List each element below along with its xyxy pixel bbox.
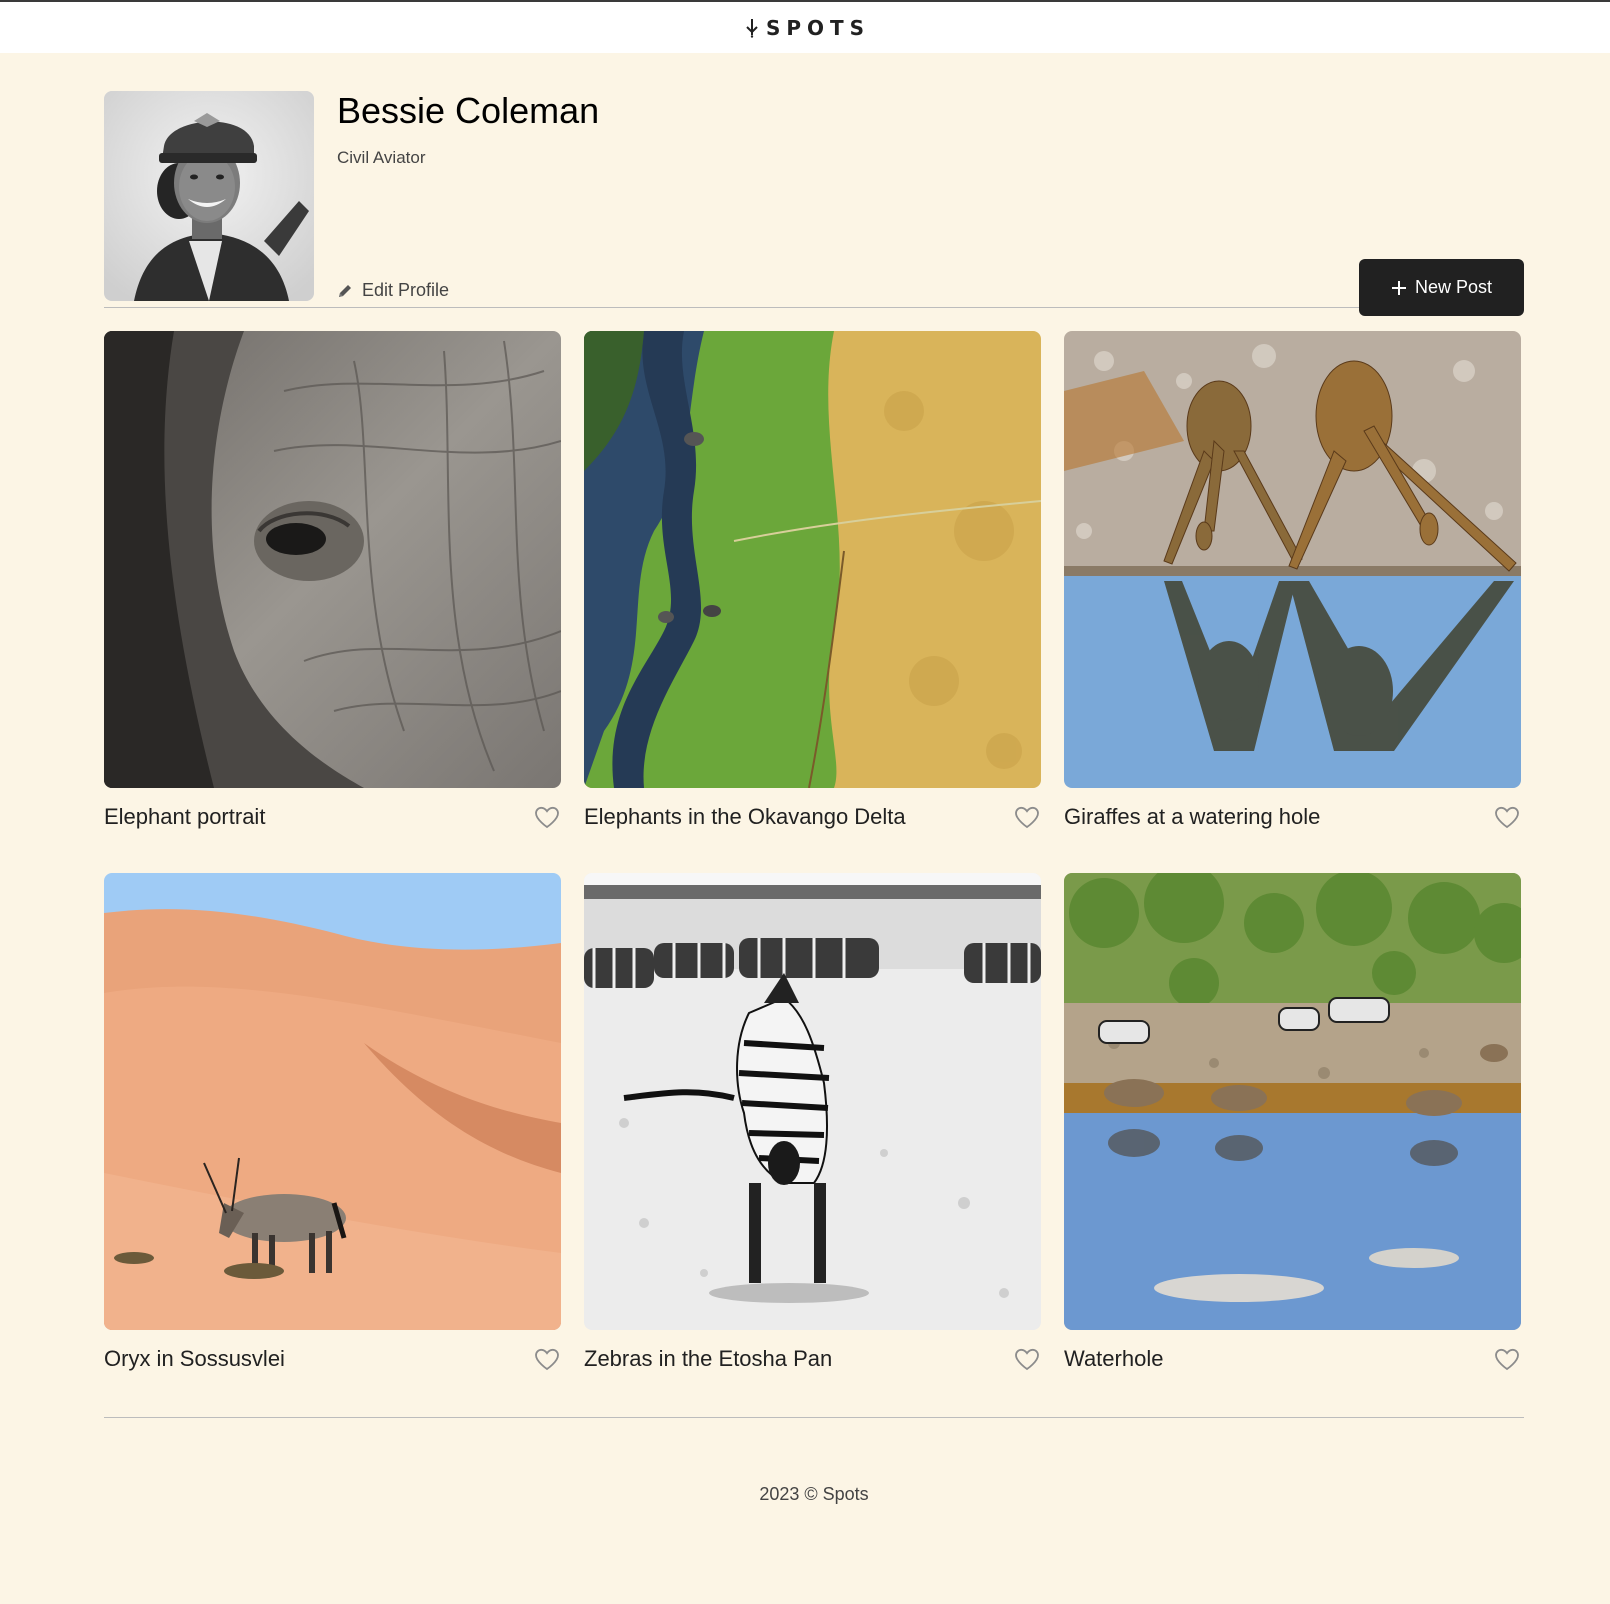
plus-icon [1391, 280, 1406, 295]
card-footer: Elephants in the Okavango Delta [584, 802, 1041, 832]
heart-icon [535, 1348, 559, 1370]
like-button[interactable] [1013, 804, 1041, 830]
new-post-button[interactable]: New Post [1359, 259, 1524, 316]
heart-icon [535, 806, 559, 828]
avatar [104, 91, 314, 301]
heart-icon [1015, 1348, 1039, 1370]
logo-text: SPOTS [765, 15, 871, 40]
card-image[interactable] [1064, 873, 1521, 1330]
like-button[interactable] [533, 804, 561, 830]
footer-divider [104, 1417, 1524, 1418]
profile-name: Bessie Coleman [337, 90, 600, 131]
pencil-icon [339, 284, 351, 297]
cards-grid: Elephant portrait Elephants in the Okava… [104, 331, 1524, 1374]
card: Zebras in the Etosha Pan [584, 873, 1041, 1374]
site-footer: 2023 © Spots [104, 1484, 1524, 1505]
heart-icon [1495, 1348, 1519, 1370]
profile-divider [104, 307, 1524, 308]
card-footer: Zebras in the Etosha Pan [584, 1344, 1041, 1374]
new-post-label: New Post [1414, 277, 1493, 297]
like-button[interactable] [1493, 1346, 1521, 1372]
logo[interactable]: SPOTS [746, 16, 870, 40]
card-image[interactable] [584, 331, 1041, 788]
card: Elephant portrait [104, 331, 561, 832]
card: Waterhole [1064, 873, 1521, 1374]
edit-profile-label: Edit Profile [362, 280, 450, 300]
card-footer: Elephant portrait [104, 802, 561, 832]
profile-section: Bessie Coleman Civil Aviator Edit Profil… [104, 53, 1524, 316]
like-button[interactable] [533, 1346, 561, 1372]
card: Elephants in the Okavango Delta [584, 331, 1041, 832]
edit-profile-button[interactable]: Edit Profile [337, 280, 449, 301]
card-footer: Giraffes at a watering hole [1064, 802, 1521, 832]
card-image[interactable] [584, 873, 1041, 1330]
heart-icon [1015, 806, 1039, 828]
card-title: Elephant portrait [104, 804, 266, 829]
card: Oryx in Sossusvlei [104, 873, 561, 1374]
profile-info: Bessie Coleman Civil Aviator Edit Profil… [337, 91, 1524, 301]
heart-icon [1495, 806, 1519, 828]
card-title: Zebras in the Etosha Pan [584, 1346, 833, 1371]
card-title: Elephants in the Okavango Delta [584, 804, 906, 829]
card: Giraffes at a watering hole [1064, 331, 1521, 832]
card-title: Oryx in Sossusvlei [104, 1346, 285, 1371]
card-footer: Oryx in Sossusvlei [104, 1344, 561, 1374]
card-image[interactable] [104, 331, 561, 788]
copyright-text: 2023 © Spots [759, 1484, 869, 1504]
card-title: Giraffes at a watering hole [1064, 804, 1321, 829]
profile-description: Civil Aviator [337, 148, 426, 167]
like-button[interactable] [1013, 1346, 1041, 1372]
card-image[interactable] [1064, 331, 1521, 788]
card-title: Waterhole [1064, 1346, 1164, 1371]
like-button[interactable] [1493, 804, 1521, 830]
main-content: Bessie Coleman Civil Aviator Edit Profil… [104, 53, 1524, 1505]
card-footer: Waterhole [1064, 1344, 1521, 1374]
card-image[interactable] [104, 873, 561, 1330]
site-header: SPOTS [0, 2, 1610, 53]
logo-icon [746, 18, 758, 38]
